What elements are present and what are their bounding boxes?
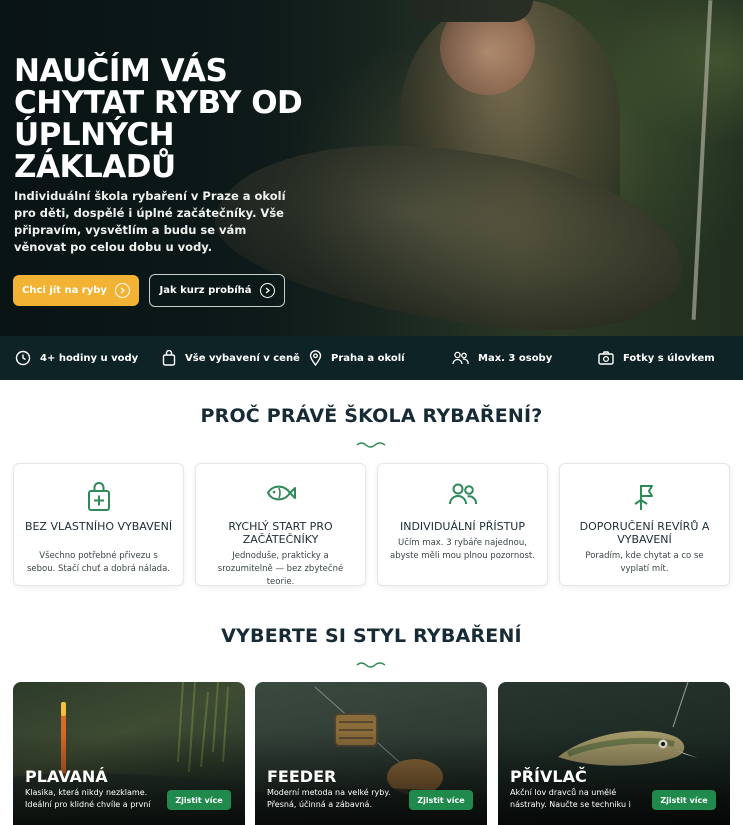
why-card-recommendations: DOPORUČENÍ REVÍRŮ A VYBAVENÍ Poradím, kd… xyxy=(559,463,730,586)
feature-label: Fotky s úlovkem xyxy=(623,352,715,364)
go-fishing-button-label: Chci jít na ryby xyxy=(22,285,107,296)
card-text: Učím max. 3 rybáře najednou, abyste měli… xyxy=(390,538,535,561)
hero-description: Individuální škola rybaření v Praze a ok… xyxy=(14,189,286,254)
card-title: INDIVIDUÁLNÍ PŘÍSTUP xyxy=(399,520,525,533)
people-icon xyxy=(448,483,477,505)
why-card-individual: INDIVIDUÁLNÍ PŘÍSTUP Učím max. 3 rybáře … xyxy=(377,463,548,586)
go-fishing-button[interactable]: Chci jít na ryby xyxy=(13,275,139,306)
feature-item-equipment: Vše vybavení v ceně xyxy=(162,350,300,366)
wave-divider-icon xyxy=(356,662,386,668)
card-title: RYCHLÝ START PRO ZAČÁTEČNÍKY xyxy=(228,520,333,546)
bag-plus-icon xyxy=(87,482,110,511)
style-card-text: Moderní metoda na velké ryby. Přesná, úč… xyxy=(267,788,391,809)
card-text: Jednoduše, prakticky a srozumitelně — be… xyxy=(217,551,344,587)
style-card-title: FEEDER xyxy=(267,767,337,786)
camera-icon xyxy=(598,351,614,365)
learn-more-button[interactable]: Zjistit více xyxy=(167,790,231,810)
how-course-works-button-label: Jak kurz probíhá xyxy=(159,285,252,296)
people-icon xyxy=(452,351,469,365)
feature-bar: 4+ hodiny u vody Vše vybavení v ceně Pra… xyxy=(0,336,743,380)
card-text: Poradím, kde chytat a co se vyplatí mít. xyxy=(585,551,704,574)
chevron-right-icon xyxy=(259,283,275,298)
why-card-quick-start: RYCHLÝ START PRO ZAČÁTEČNÍKY Jednoduše, … xyxy=(195,463,366,587)
style-card-text: Klasika, která nikdy nezklame. Ideální p… xyxy=(25,788,151,809)
hero-section: NAUČÍM VÁS CHYTAT RYBY OD ÚPLNÝCH ZÁKLAD… xyxy=(0,0,743,336)
style-card-title: PLAVANÁ xyxy=(25,767,108,786)
bag-icon xyxy=(162,350,176,366)
style-card-float[interactable]: PLAVANÁ Klasika, která nikdy nezklame. I… xyxy=(13,682,245,825)
clock-icon xyxy=(15,350,31,366)
hero-title: NAUČÍM VÁS CHYTAT RYBY OD ÚPLNÝCH ZÁKLAD… xyxy=(14,53,303,185)
feature-item-location: Praha a okolí xyxy=(309,350,405,366)
style-card-text: Akční lov dravců na umělé nástrahy. Nauč… xyxy=(510,788,631,809)
feature-label: Praha a okolí xyxy=(331,352,405,364)
learn-more-button[interactable]: Zjistit více xyxy=(409,790,473,810)
why-section-title: PROČ PRÁVĚ ŠKOLA RYBAŘENÍ? xyxy=(200,405,543,427)
chevron-right-icon xyxy=(114,283,130,298)
learn-more-button[interactable]: Zjistit více xyxy=(652,790,716,810)
feature-item-photos: Fotky s úlovkem xyxy=(598,351,715,365)
wave-divider-icon xyxy=(356,442,386,448)
feature-label: Vše vybavení v ceně xyxy=(185,352,300,364)
style-card-spinning[interactable]: PŘÍVLAČ Akční lov dravců na umělé nástra… xyxy=(498,682,730,825)
how-course-works-button[interactable]: Jak kurz probíhá xyxy=(149,274,285,307)
feature-label: 4+ hodiny u vody xyxy=(40,352,139,364)
why-card-no-equipment: BEZ VLASTNÍHO VYBAVENÍ Všechno potřebné … xyxy=(13,463,184,586)
style-card-feeder[interactable]: FEEDER Moderní metoda na velké ryby. Pře… xyxy=(255,682,487,825)
feature-label: Max. 3 osoby xyxy=(478,352,553,364)
card-text: Všechno potřebné přivezu s sebou. Stačí … xyxy=(27,551,170,574)
style-card-title: PŘÍVLAČ xyxy=(510,767,587,786)
card-title: BEZ VLASTNÍHO VYBAVENÍ xyxy=(24,520,173,533)
card-title: DOPORUČENÍ REVÍRŮ A VYBAVENÍ xyxy=(579,520,710,546)
fish-icon xyxy=(266,485,296,501)
feature-item-hours: 4+ hodiny u vody xyxy=(15,350,138,366)
feature-item-group-size: Max. 3 osoby xyxy=(452,351,552,365)
styles-section-title: VYBERTE SI STYL RYBAŘENÍ xyxy=(221,625,522,647)
map-flag-icon xyxy=(633,485,653,510)
location-pin-icon xyxy=(309,350,322,366)
